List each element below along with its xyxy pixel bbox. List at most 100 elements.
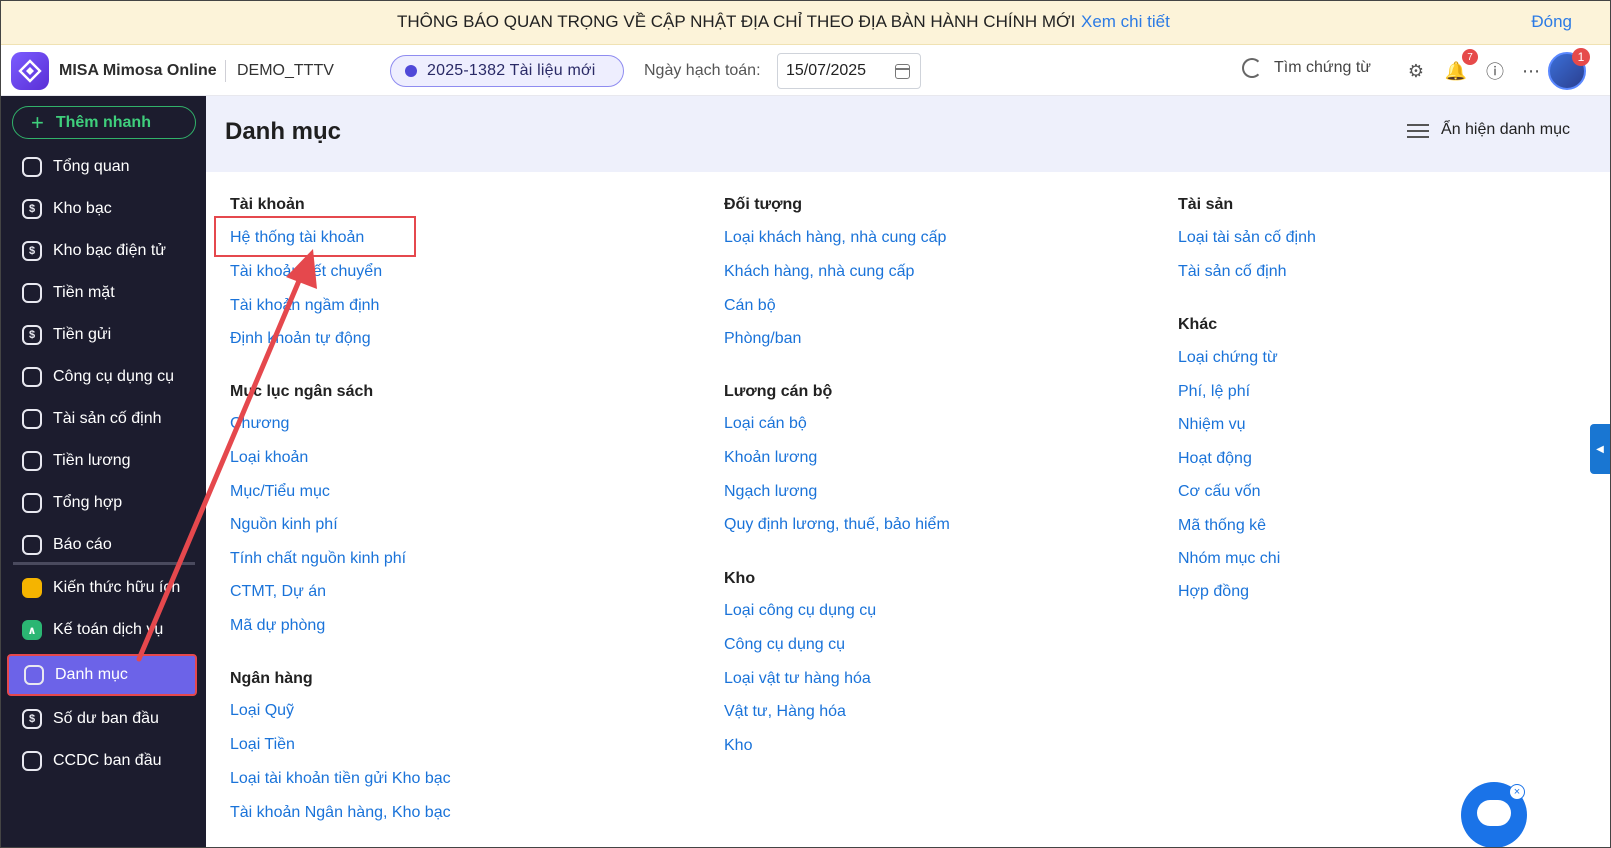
link-funding-nature[interactable]: Tính chất nguồn kinh phí (230, 550, 406, 568)
sidebar-item-label: Tổng hợp (53, 494, 123, 511)
link-expense-group[interactable]: Nhóm mục chi (1178, 550, 1280, 568)
sidebar-item-tools[interactable]: Công cụ dụng cụ (7, 358, 197, 396)
bell-icon[interactable]: 🔔 7 (1444, 49, 1478, 83)
search-document-label: Tìm chứng từ (1274, 59, 1371, 76)
link-tools[interactable]: Công cụ dụng cụ (724, 636, 845, 654)
link-funding-source[interactable]: Nguồn kinh phí (230, 516, 338, 534)
sidebar-item-knowledge[interactable]: Kiến thức hữu ích (7, 569, 197, 607)
sidebar-item-label: Kế toán dịch vụ (53, 621, 164, 638)
quick-add-button[interactable]: + Thêm nhanh (12, 106, 196, 139)
help-icon[interactable]: ⓘ (1483, 59, 1507, 83)
close-icon[interactable]: × (1509, 784, 1525, 800)
sidebar-item-deposit[interactable]: $ Tiền gửi (7, 316, 197, 354)
link-staff-type[interactable]: Loại cán bộ (724, 415, 807, 433)
link-fees[interactable]: Phí, lệ phí (1178, 383, 1250, 401)
link-auto-entry[interactable]: Định khoản tự động (230, 330, 371, 348)
collapse-panel-tab[interactable]: ◀ (1590, 424, 1610, 474)
link-voucher-type[interactable]: Loại chứng từ (1178, 349, 1278, 367)
sidebar-item-categories[interactable]: Danh mục (7, 654, 197, 696)
link-transfer-account[interactable]: Tài khoản kết chuyển (230, 263, 382, 281)
search-document-button[interactable]: Tìm chứng từ (1242, 58, 1371, 78)
link-tool-type[interactable]: Loại công cụ dụng cụ (724, 602, 876, 620)
toggle-categories-button[interactable]: Ẩn hiện danh mục (1407, 121, 1570, 139)
link-chapter[interactable]: Chương (230, 415, 289, 433)
link-department[interactable]: Phòng/ban (724, 330, 801, 348)
notification-badge: 7 (1462, 49, 1478, 65)
link-reserve-code[interactable]: Mã dự phòng (230, 617, 325, 635)
sidebar-item-label: Danh mục (55, 666, 128, 683)
link-staff[interactable]: Cán bộ (724, 297, 776, 315)
link-salary-item[interactable]: Khoản lương (724, 449, 817, 467)
sidebar-item-accounting-service[interactable]: ∧ Kế toán dịch vụ (7, 611, 197, 649)
toggle-categories-label: Ẩn hiện danh mục (1441, 121, 1570, 138)
link-fixed-asset-type[interactable]: Loại tài sản cố định (1178, 229, 1316, 247)
app-name: MISA Mimosa Online (59, 62, 217, 79)
summary-icon (22, 493, 42, 513)
chat-bubble-icon (1477, 800, 1511, 826)
gear-icon[interactable]: ⚙ (1404, 59, 1428, 83)
sidebar-item-opening-balance[interactable]: $ Số dư ban đầu (7, 700, 197, 738)
link-statistic-code[interactable]: Mã thống kê (1178, 517, 1266, 535)
link-contracts[interactable]: Hợp đồng (1178, 583, 1249, 601)
company-name[interactable]: DEMO_TTTV (237, 62, 334, 80)
link-tasks[interactable]: Nhiệm vụ (1178, 416, 1246, 434)
sidebar-item-treasury[interactable]: $ Kho bạc (7, 190, 197, 228)
link-program-project[interactable]: CTMT, Dự án (230, 583, 326, 601)
sidebar-item-opening-tools[interactable]: CCDC ban đầu (7, 742, 197, 780)
link-fund-type[interactable]: Loại Quỹ (230, 702, 294, 720)
link-customer-type[interactable]: Loại khách hàng, nhà cung cấp (724, 229, 946, 247)
deposit-icon: $ (22, 325, 42, 345)
link-default-account[interactable]: Tài khoản ngầm định (230, 297, 379, 315)
group-title-accounts: Tài khoản (230, 196, 305, 213)
money-icon: $ (22, 199, 42, 219)
link-activities[interactable]: Hoạt động (1178, 450, 1252, 468)
sidebar-item-label: Tiền gửi (53, 326, 112, 343)
link-salary-rules[interactable]: Quy định lương, thuế, bảo hiểm (724, 516, 950, 534)
misa-logo-icon[interactable] (11, 52, 49, 90)
sidebar-item-reports[interactable]: Báo cáo (7, 526, 197, 564)
link-bank-account[interactable]: Tài khoản Ngân hàng, Kho bạc (230, 804, 451, 822)
link-currency-type[interactable]: Loại Tiền (230, 736, 295, 754)
banner-close-button[interactable]: Đóng (1531, 12, 1572, 32)
link-customer-supplier[interactable]: Khách hàng, nhà cung cấp (724, 263, 914, 281)
sidebar-item-cash[interactable]: Tiền mặt (7, 274, 197, 312)
service-icon: ∧ (22, 620, 42, 640)
document-pill-button[interactable]: 2025-1382 Tài liệu mới (390, 55, 624, 87)
sidebar-item-salary[interactable]: Tiền lương (7, 442, 197, 480)
link-salary-grade[interactable]: Ngạch lương (724, 483, 817, 501)
app-frame: THÔNG BÁO QUAN TRỌNG VỀ CẬP NHẬT ĐỊA CHỈ… (0, 0, 1611, 848)
header-divider (225, 60, 226, 82)
sidebar-item-summary[interactable]: Tổng hợp (7, 484, 197, 522)
link-subitem[interactable]: Mục/Tiểu mục (230, 483, 330, 501)
sidebar-item-fixed-assets[interactable]: Tài sản cố định (7, 400, 197, 438)
group-title-warehouse: Kho (724, 570, 756, 587)
status-dot-icon (405, 65, 417, 77)
link-goods[interactable]: Vật tư, Hàng hóa (724, 703, 846, 721)
sidebar-item-label: Báo cáo (53, 536, 112, 553)
link-item-type[interactable]: Loại khoản (230, 449, 308, 467)
link-warehouse[interactable]: Kho (724, 737, 752, 755)
sidebar-item-overview[interactable]: Tổng quan (7, 148, 197, 186)
opening-tools-icon (22, 751, 42, 771)
posting-date-input[interactable]: 15/07/2025 (777, 53, 921, 89)
sliders-icon (1407, 122, 1430, 138)
link-goods-type[interactable]: Loại vật tư hàng hóa (724, 670, 871, 688)
sidebar-item-label: Tiền lương (53, 452, 131, 469)
link-capital-structure[interactable]: Cơ cấu vốn (1178, 483, 1261, 501)
more-icon[interactable]: ⋯ (1519, 59, 1543, 83)
sidebar-item-label: Tổng quan (53, 158, 130, 175)
avatar[interactable]: 1 (1548, 48, 1590, 90)
sidebar-item-e-treasury[interactable]: $ Kho bạc điện tử (7, 232, 197, 270)
group-title-objects: Đối tượng (724, 196, 803, 213)
calendar-icon[interactable] (895, 64, 910, 79)
tools-icon (22, 367, 42, 387)
salary-icon (22, 451, 42, 471)
banner-details-link[interactable]: Xem chi tiết (1081, 12, 1170, 32)
link-treasury-deposit-type[interactable]: Loại tài khoản tiền gửi Kho bạc (230, 770, 451, 788)
link-fixed-asset[interactable]: Tài sản cố định (1178, 263, 1287, 281)
group-title-assets: Tài sản (1178, 196, 1234, 213)
gift-icon (22, 578, 42, 598)
group-title-budget-index: Mục lục ngân sách (230, 383, 374, 400)
e-treasury-icon: $ (22, 241, 42, 261)
balance-icon: $ (22, 709, 42, 729)
